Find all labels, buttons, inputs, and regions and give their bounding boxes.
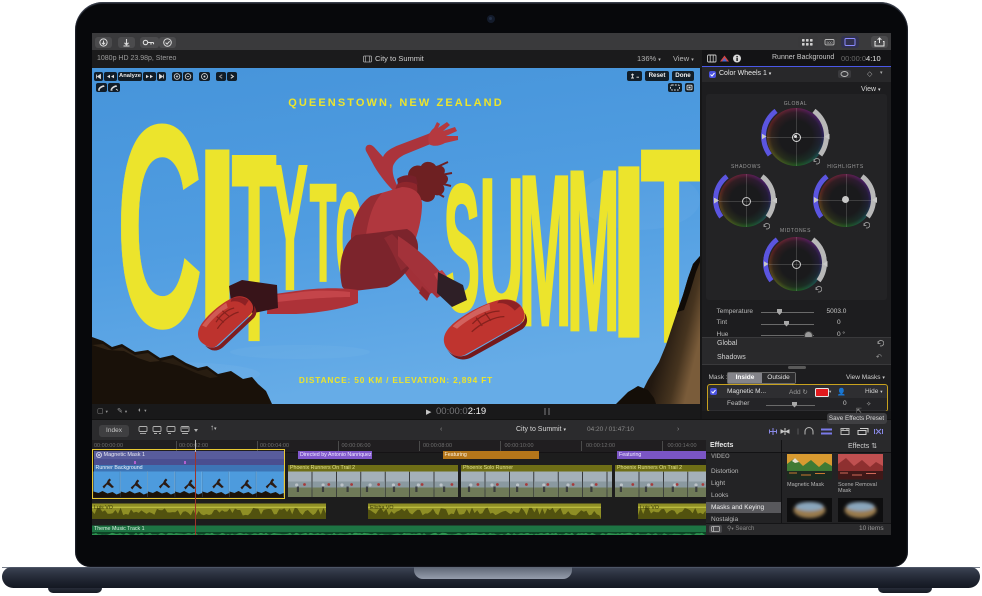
- svg-text:C: C: [116, 68, 203, 389]
- svg-text:M: M: [519, 130, 573, 371]
- svg-text:DISTANCE: 50 KM / ELEVATION: 2: DISTANCE: 50 KM / ELEVATION: 2,894 FT: [299, 375, 493, 385]
- svg-text:QUEENSTOWN, NEW ZEALAND: QUEENSTOWN, NEW ZEALAND: [288, 97, 504, 109]
- svg-text:T: T: [310, 155, 337, 310]
- svg-text:500: 500: [827, 41, 833, 45]
- svg-text:T: T: [231, 98, 277, 398]
